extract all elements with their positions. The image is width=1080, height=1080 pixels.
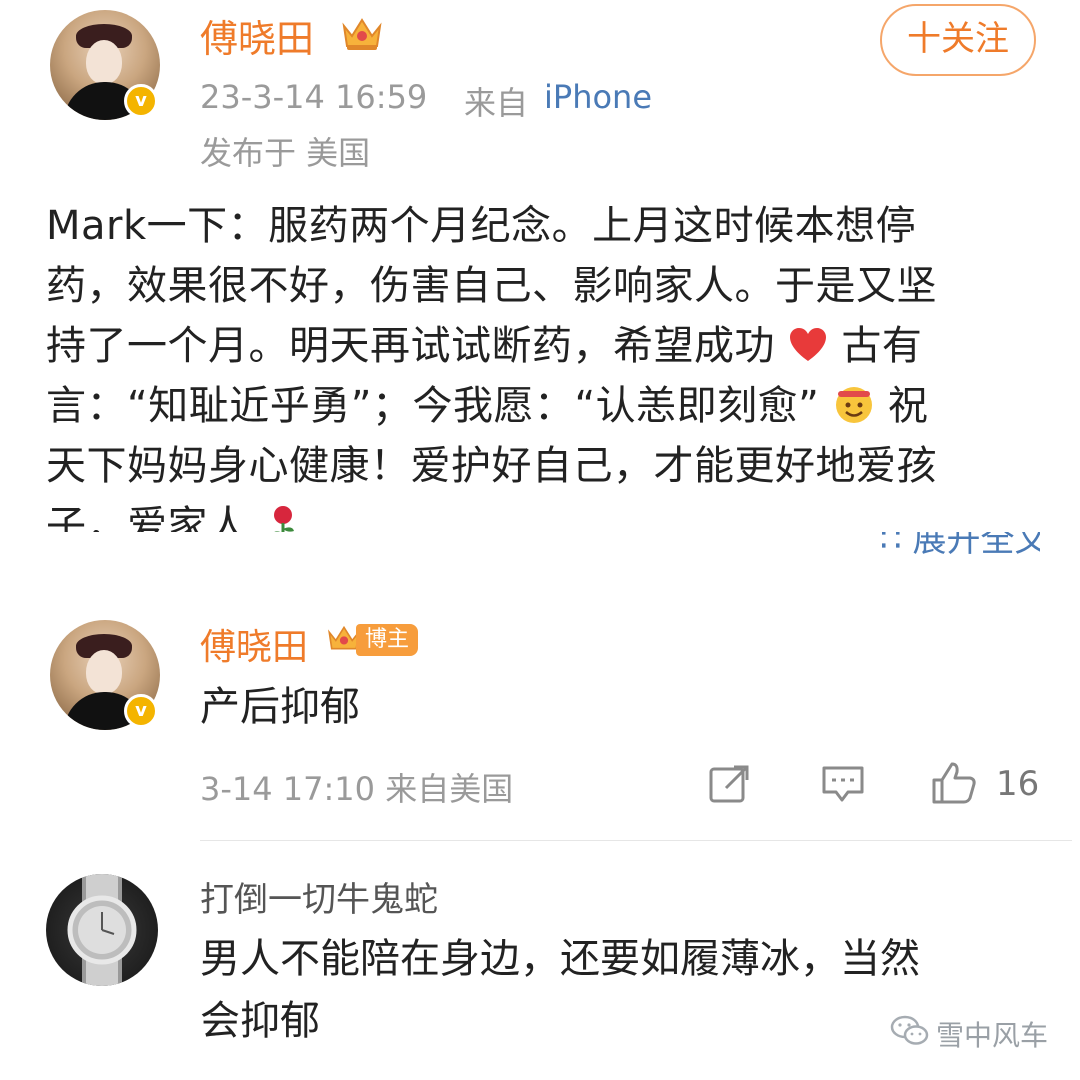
blogger-badge: 博主	[356, 624, 418, 656]
post-body: Mark一下：服药两个月纪念。上月这时候本想停 药，效果很不好，伤害自己、影响家…	[46, 196, 1036, 532]
expand-link-label[interactable]: ∷ 展开全文	[880, 532, 1040, 554]
post-source-device[interactable]: iPhone	[544, 78, 652, 116]
watch-image	[67, 874, 137, 986]
reply-comment-text: 产后抑郁	[200, 684, 360, 730]
follow-button[interactable]: 十关注	[880, 4, 1036, 76]
comment-text-line: 男人不能陪在身边，还要如履薄冰，当然	[200, 936, 920, 982]
post-body-line: 言：“知耻近乎勇”；今我愿：“认恙即刻愈” 祝	[46, 376, 1036, 436]
post-body-text: 持了一个月。明天再试试断药，希望成功	[46, 323, 775, 369]
post-body-text: 祝	[874, 383, 929, 429]
commenter-name[interactable]: 打倒一切牛鬼蛇	[200, 872, 438, 921]
wechat-icon	[890, 1015, 929, 1045]
post-location: 发布于 美国	[200, 134, 371, 172]
reply-author-name[interactable]: 傅晓田	[200, 618, 308, 670]
comment-divider	[200, 840, 1072, 841]
post-body-line: 持了一个月。明天再试试断药，希望成功 古有	[46, 316, 1036, 376]
heart-emoji	[790, 328, 827, 361]
comment-area	[0, 556, 1080, 1080]
post-body-text: 言：“知耻近乎勇”；今我愿：“认恙即刻愈”	[46, 383, 820, 429]
comment-text-line: 会抑郁	[200, 998, 320, 1044]
grin-emoji	[835, 387, 872, 423]
crown-icon[interactable]	[340, 14, 384, 52]
post-body-line: 子，爱家人	[46, 496, 1036, 532]
commenter-avatar[interactable]	[46, 874, 158, 986]
avatar-face	[86, 40, 122, 84]
comment-icon[interactable]	[820, 764, 866, 804]
like-icon[interactable]	[930, 760, 978, 806]
post-body-line: 药，效果很不好，伤害自己、影响家人。于是又坚	[46, 263, 937, 309]
post-timestamp: 23-3-14 16:59	[200, 78, 428, 116]
post-author-name[interactable]: 傅晓田	[200, 8, 314, 63]
verified-icon: v	[124, 694, 158, 728]
avatar-face	[86, 650, 122, 694]
post-source-prefix: 来自	[464, 84, 529, 122]
like-count: 16	[996, 764, 1040, 804]
post-body-line: 天下妈妈身心健康！爱护好自己，才能更好地爱孩	[46, 443, 937, 489]
watermark-text: 雪中风车	[936, 1019, 1049, 1052]
verified-icon: v	[124, 84, 158, 118]
post-body-text: 子，爱家人	[46, 503, 249, 532]
expand-link[interactable]: ∷ 展开全文	[880, 532, 1040, 554]
post-body-text: 古有	[828, 323, 923, 369]
post-header: v 傅晓田 23-3-14 16:59 来自 iPhone 发布于 美国 十关注	[0, 0, 1080, 180]
post-body-line: Mark一下：服药两个月纪念。上月这时候本想停	[46, 203, 917, 249]
rose-emoji	[273, 506, 294, 532]
share-icon[interactable]	[708, 764, 752, 804]
reply-comment-meta: 3-14 17:10 来自美国	[200, 770, 514, 808]
